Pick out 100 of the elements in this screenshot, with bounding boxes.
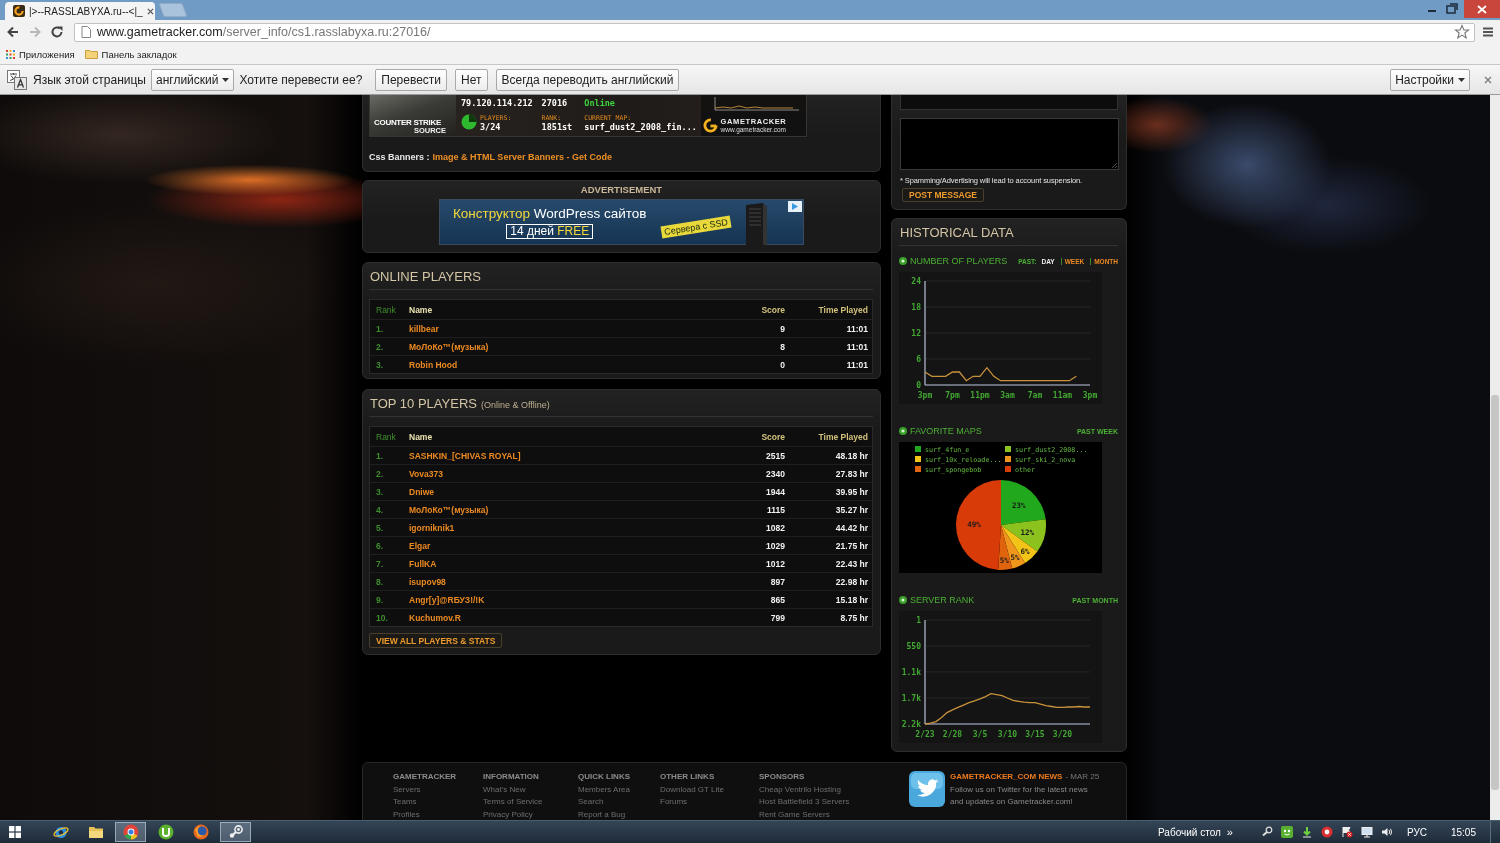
flag-icon[interactable] [1340, 826, 1353, 838]
player-link[interactable]: SASHKIN_[CHIVAS ROYAL] [409, 450, 521, 461]
star-icon[interactable] [1454, 24, 1470, 40]
server-ip: 79.120.114.212 [461, 98, 534, 109]
player-link[interactable]: Vova373 [409, 468, 443, 479]
circle-bullet-icon [899, 596, 907, 604]
player-link[interactable]: Robin Hood [409, 359, 458, 370]
time-cell-text: 21.75 hr [834, 540, 868, 551]
time-cell-text: 35.27 hr [834, 504, 868, 515]
current-map: surf_dust2_2008_fin... [584, 122, 698, 133]
footer-link[interactable]: Forums [660, 796, 759, 809]
time-cell-text: 39.95 hr [834, 486, 868, 497]
x-tick-label: 7am [1027, 391, 1043, 400]
footer-link[interactable]: Teams [393, 796, 483, 809]
network-icon[interactable] [1360, 826, 1373, 838]
section-title: SERVER RANK [910, 595, 975, 605]
input-language-indicator[interactable]: РУС [1406, 826, 1427, 838]
round-badge-icon [157, 824, 174, 840]
scrollbar-thumb[interactable] [1491, 395, 1499, 790]
footer-link[interactable]: Report a Bug [578, 808, 660, 820]
view-all-button[interactable]: VIEW ALL PLAYERS & STATS [369, 633, 503, 648]
ad-offer: 14 дней FREE [506, 223, 594, 239]
download-arrow-icon[interactable] [1300, 826, 1313, 838]
footer-link[interactable]: What's New [483, 783, 578, 796]
desktop-toolbar-label[interactable]: Рабочий стол [1158, 826, 1221, 838]
toolbar-chevron[interactable]: » [1226, 827, 1233, 837]
translate-button[interactable]: Всегда переводить английский [495, 68, 680, 91]
column-header: Time Played [817, 431, 868, 442]
back-icon[interactable] [6, 25, 20, 39]
scrollbar[interactable] [1490, 95, 1500, 820]
ad-sticker: Сервера с SSD [660, 215, 732, 239]
footer-link[interactable]: Members Area [578, 783, 660, 796]
x-tick-label: 3/5 [972, 730, 988, 739]
face-tile-icon[interactable] [1280, 826, 1293, 838]
ad-banner[interactable]: Конструктор WordPress сайтов 14 дней FREE Сервера с SSD [439, 199, 804, 245]
piston-icon[interactable] [1260, 826, 1273, 838]
rank-cell-text: 4. [376, 504, 385, 515]
time-cell-text: 11:01 [845, 323, 868, 334]
score-cell-text: 8 [779, 341, 785, 352]
close-icon[interactable] [146, 7, 154, 15]
player-link[interactable]: МоЛоКо™(музыка) [409, 504, 489, 515]
footer-link[interactable]: Search [578, 796, 660, 809]
footer-link[interactable]: Rent Game Servers [759, 808, 909, 820]
player-link[interactable]: FullKA [409, 558, 437, 569]
news-title-link[interactable]: GAMETRACKER_COM NEWS [950, 771, 1063, 784]
round-badge-icon[interactable] [1320, 826, 1333, 838]
player-link[interactable]: МоЛоКо™(музыка) [409, 341, 489, 352]
y-tick-label: 24 [911, 277, 921, 286]
player-link[interactable]: isupov98 [409, 576, 446, 587]
resize-grip-icon[interactable] [1111, 162, 1117, 168]
score-cell-text: 865 [769, 594, 785, 605]
address-bar[interactable]: www.gametracker.com/server_info/cs1.rasslabyxa.ru:27016/ [74, 22, 1475, 42]
folder-icon [84, 49, 98, 59]
message-field[interactable] [900, 118, 1119, 170]
player-link[interactable]: Angr[y]@RБУЗ!/!K [409, 594, 485, 605]
score-cell-text: 1082 [765, 522, 785, 533]
menu-icon[interactable] [1482, 27, 1494, 37]
language-dropdown[interactable]: английский [151, 68, 235, 91]
column-header: Rank [376, 431, 397, 442]
rank-cell-text: 5. [376, 522, 385, 533]
y-tick-label: 18 [911, 303, 921, 312]
bookmark-item[interactable]: Приложения [6, 48, 75, 60]
banners-link[interactable]: Image & HTML Server Banners - Get Code [432, 151, 612, 163]
translate-button[interactable]: Перевести [375, 68, 448, 91]
x-tick-label: 3am [1000, 391, 1015, 400]
browser-tab[interactable]: |>--RASSLABYXA.ru--<|_ [5, 2, 155, 20]
translate-button[interactable]: Нет [455, 68, 488, 91]
player-link[interactable]: Dniwe [409, 486, 435, 497]
player-link[interactable]: igorniknik1 [409, 522, 455, 533]
news-text: Follow us on Twitter for the latest news and updates on Gametracker.com! [950, 783, 1089, 808]
ringed-globe-icon [52, 824, 69, 840]
rank-cell-text: 7. [376, 558, 385, 569]
server-port: 27016 [541, 98, 569, 109]
y-tick-label: 0 [916, 381, 921, 390]
volume-icon[interactable] [1380, 826, 1393, 838]
bird-icon[interactable] [909, 771, 945, 807]
circle-bullet-icon [899, 257, 907, 265]
reload-icon[interactable] [50, 25, 64, 39]
score-cell-text: 1115 [766, 504, 785, 515]
clock[interactable]: 15:05 [1450, 826, 1476, 838]
time-cell-text: 27.83 hr [834, 468, 868, 479]
x-tick-label: 3/15 [1025, 730, 1045, 739]
score-cell-text: 799 [769, 612, 785, 623]
footer-link[interactable]: Download GT Lite [660, 783, 759, 796]
x-tick-label: 3pm [1082, 391, 1098, 400]
footer-link[interactable]: Profiles [393, 808, 483, 820]
settings-dropdown[interactable]: Настройки [1390, 68, 1470, 91]
post-message-button[interactable]: POST MESSAGE [902, 188, 984, 202]
close-button[interactable] [1464, 0, 1500, 18]
close-icon[interactable] [1484, 75, 1492, 84]
player-link[interactable]: killbear [409, 323, 439, 334]
footer-link[interactable]: Host Battlefield 3 Servers [759, 796, 909, 809]
footer-link[interactable]: Terms of Service [483, 796, 578, 809]
footer-link[interactable]: Servers [393, 783, 483, 796]
footer-link[interactable]: Cheap Ventrilo Hosting [759, 783, 909, 796]
player-link[interactable]: Elgar [409, 540, 431, 551]
bookmark-item[interactable]: Панель закладок [84, 48, 177, 60]
footer-link[interactable]: Privacy Policy [483, 808, 578, 820]
player-link[interactable]: Kuchumov.R [409, 612, 461, 623]
page-icon [81, 26, 91, 38]
